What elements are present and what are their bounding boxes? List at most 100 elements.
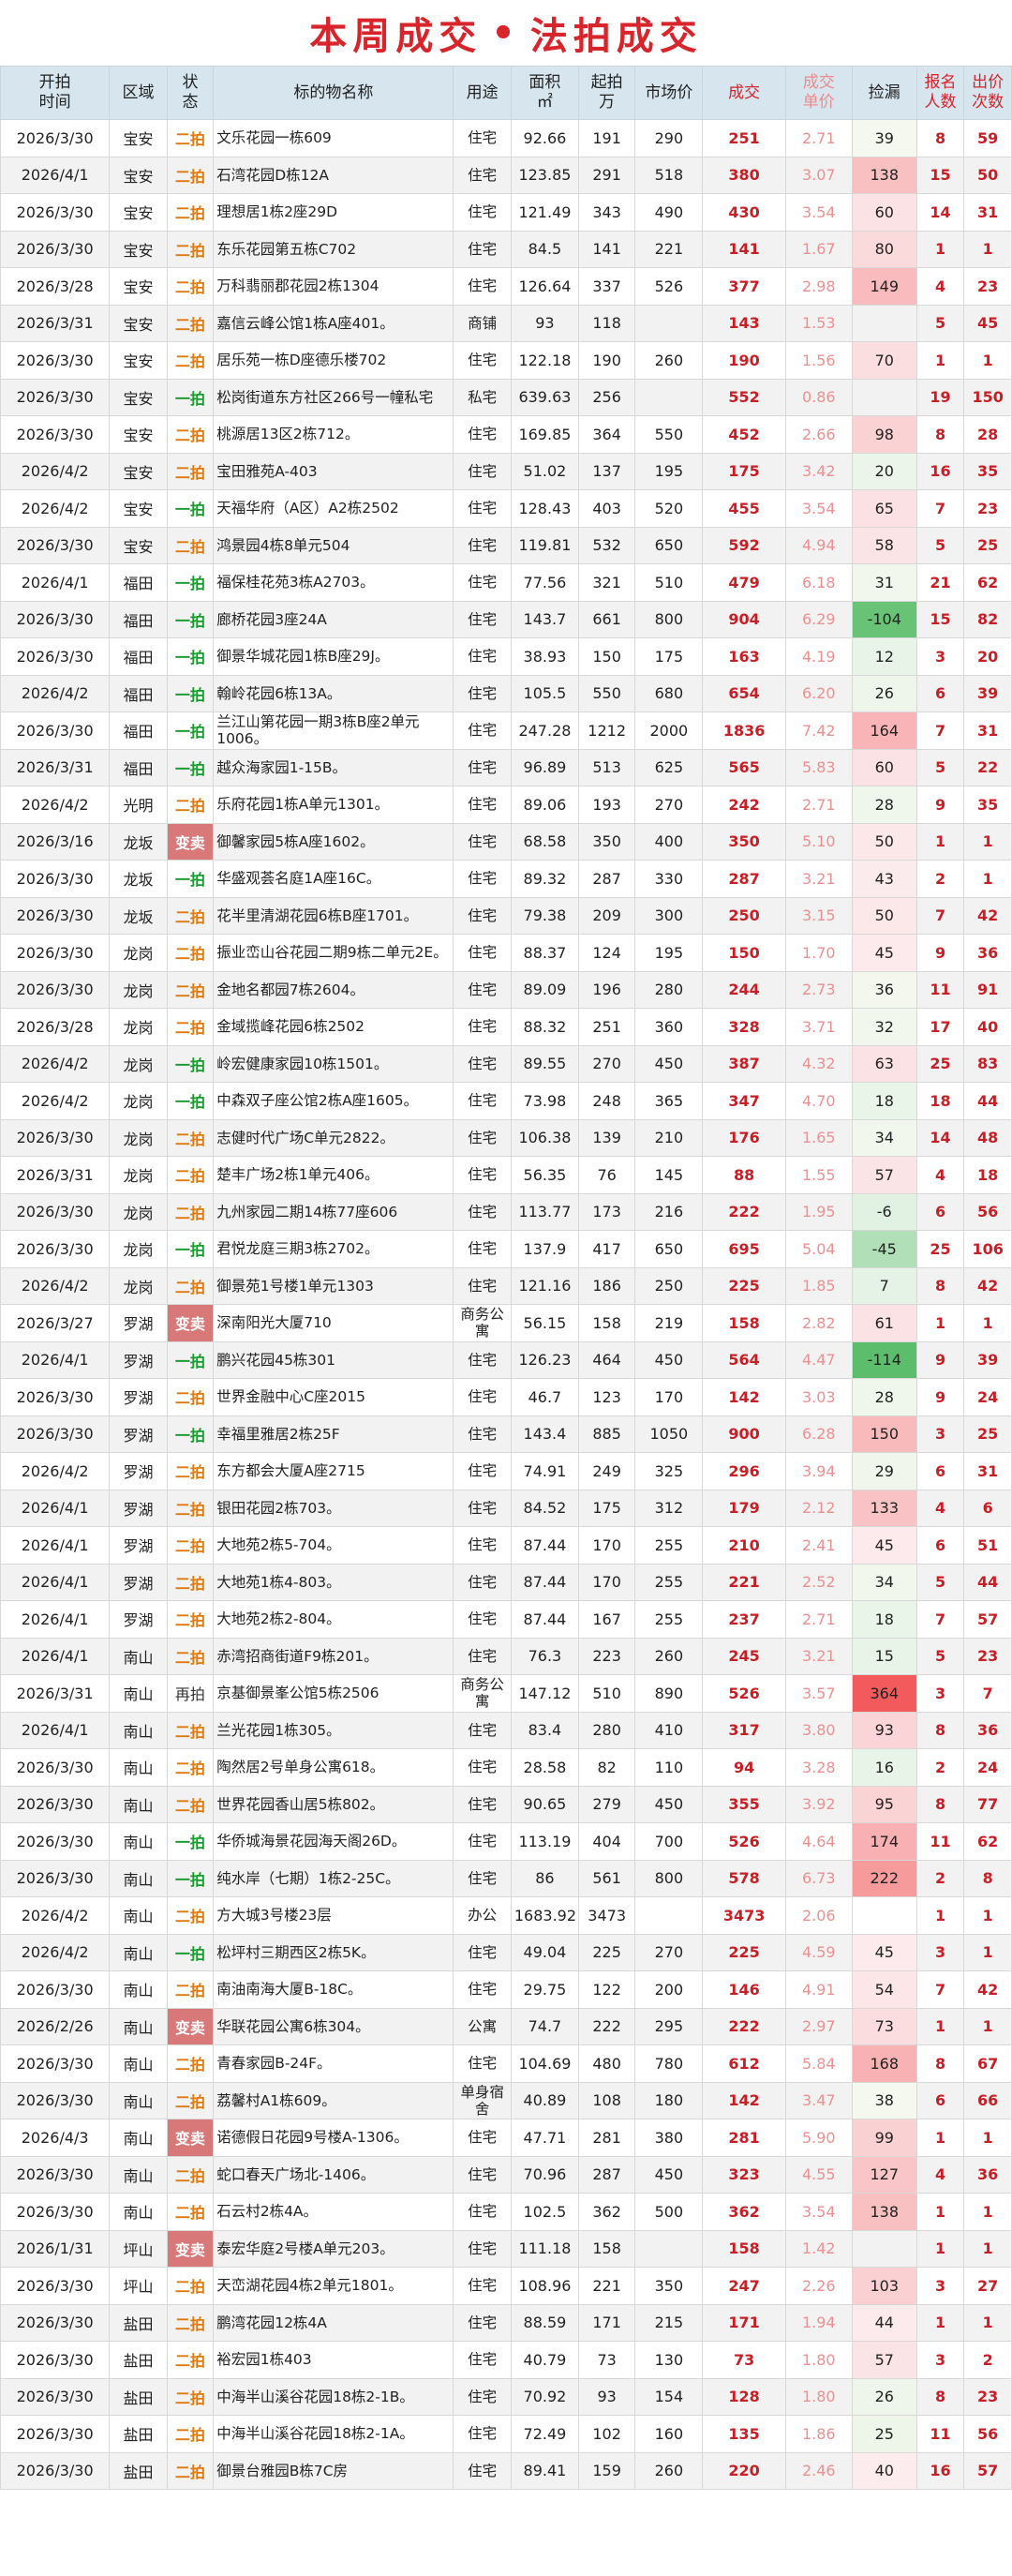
cell-status: 二拍 — [166, 2155, 215, 2194]
cell-jianlou: 16 — [851, 1748, 917, 1787]
cell-unit: 0.86 — [784, 378, 853, 416]
cell-area: 南山 — [109, 2081, 168, 2119]
cell-start: 287 — [577, 860, 636, 898]
cell-use: 住宅 — [453, 452, 512, 490]
cell-status: 一拍 — [166, 1340, 215, 1379]
cell-deal: 245 — [702, 1637, 786, 1675]
cell-size: 56.35 — [510, 1156, 580, 1194]
cell-status: 二拍 — [166, 786, 215, 824]
cell-area: 宝安 — [109, 452, 168, 490]
cell-deal: 158 — [702, 1304, 786, 1342]
cell-area: 南山 — [109, 2155, 168, 2194]
table-row: 2026/3/31 宝安 二拍 嘉信云峰公馆1栋A座401。 商铺 93 118 143 1.5… — [0, 304, 1012, 342]
cell-bids: 1 — [963, 2007, 1012, 2045]
cell-signups: 15 — [915, 600, 965, 638]
cell-start: 102 — [577, 2415, 636, 2453]
cell-deal: 362 — [702, 2193, 786, 2231]
cell-market: 280 — [634, 970, 704, 1009]
cell-unit: 2.66 — [784, 415, 853, 454]
cell-time: 2026/3/16 — [0, 822, 111, 861]
cell-jianlou: 38 — [851, 2081, 917, 2119]
cell-signups: 2 — [915, 1748, 965, 1787]
cell-jianlou: 45 — [851, 1526, 917, 1565]
cell-area: 宝安 — [109, 489, 168, 528]
table-row: 2026/3/30 龙岗 二拍 振业峦山谷花园二期9栋二单元2E。 住宅 88.37 124… — [0, 934, 1012, 972]
cell-area: 南山 — [109, 1933, 168, 1971]
cell-jianlou: 70 — [851, 341, 917, 380]
cell-area: 盐田 — [109, 2415, 168, 2453]
cell-signups: 8 — [915, 2044, 965, 2083]
header-col-signups: 报名 人数 — [915, 66, 965, 120]
cell-jianlou: 18 — [851, 1600, 917, 1639]
cell-area: 龙岗 — [109, 970, 168, 1009]
cell-status: 二拍 — [166, 1711, 215, 1749]
cell-status: 二拍 — [166, 1489, 215, 1527]
cell-use: 住宅 — [453, 2193, 512, 2231]
cell-start: 343 — [577, 193, 636, 232]
cell-area: 福田 — [109, 674, 168, 712]
cell-deal: 251 — [702, 119, 786, 157]
cell-bids: 36 — [963, 2155, 1012, 2194]
cell-deal: 141 — [702, 230, 786, 268]
cell-unit: 3.47 — [784, 2081, 853, 2119]
cell-bids: 44 — [963, 1082, 1012, 1120]
cell-use: 住宅 — [453, 2341, 512, 2379]
cell-size: 86 — [510, 1859, 580, 1897]
cell-bids: 40 — [963, 1008, 1012, 1046]
cell-use: 住宅 — [453, 2119, 512, 2157]
table-row: 2026/3/31 龙岗 二拍 楚丰广场2栋1单元406。 住宅 56.35 76 145 88… — [0, 1156, 1012, 1194]
cell-area: 宝安 — [109, 526, 168, 564]
table-row: 2026/3/30 龙岗 二拍 金地名都园7栋2604。 住宅 89.09 196 280 24… — [0, 970, 1012, 1009]
cell-use: 住宅 — [453, 1600, 512, 1639]
cell-jianlou: 34 — [851, 1118, 917, 1157]
cell-area: 南山 — [109, 2193, 168, 2231]
cell-area: 宝安 — [109, 119, 168, 157]
cell-bids: 2 — [963, 2341, 1012, 2379]
cell-status: 二拍 — [166, 1563, 215, 1601]
cell-jianlou: 93 — [851, 1711, 917, 1749]
cell-deal: 94 — [702, 1748, 786, 1787]
cell-unit: 2.26 — [784, 2267, 853, 2305]
cell-status: 一拍 — [166, 860, 215, 898]
cell-area: 龙岗 — [109, 1192, 168, 1231]
cell-status: 二拍 — [166, 1748, 215, 1787]
cell-start: 159 — [577, 2451, 636, 2490]
cell-jianlou: 174 — [851, 1822, 917, 1861]
cell-signups: 7 — [915, 896, 965, 935]
cell-deal: 565 — [702, 748, 786, 786]
cell-area: 龙岗 — [109, 1118, 168, 1157]
cell-deal: 904 — [702, 600, 786, 638]
cell-deal: 564 — [702, 1340, 786, 1379]
cell-status: 二拍 — [166, 934, 215, 972]
cell-name: 万科翡丽郡花园2栋1304 — [213, 267, 454, 306]
cell-market: 325 — [634, 1452, 704, 1490]
cell-start: 171 — [577, 2303, 636, 2342]
table-row: 2026/3/30 罗湖 一拍 幸福里雅居2栋25F 住宅 143.4 885 1050 900… — [0, 1415, 1012, 1453]
cell-deal: 244 — [702, 970, 786, 1009]
cell-size: 88.32 — [510, 1008, 580, 1046]
cell-start: 170 — [577, 1526, 636, 1565]
cell-signups: 7 — [915, 711, 965, 750]
cell-size: 93 — [510, 304, 580, 342]
cell-start: 118 — [577, 304, 636, 342]
cell-size: 123.85 — [510, 156, 580, 194]
table-row: 2026/4/1 罗湖 二拍 大地苑2栋2-804。 住宅 87.44 167 255 237 2… — [0, 1600, 1012, 1639]
cell-status: 一拍 — [166, 1230, 215, 1268]
cell-status: 一拍 — [166, 489, 215, 528]
cell-signups: 8 — [915, 1785, 965, 1823]
cell-jianlou: 40 — [851, 2451, 917, 2490]
cell-time: 2026/3/30 — [0, 860, 111, 898]
cell-market: 180 — [634, 2081, 704, 2119]
cell-bids: 106 — [963, 1230, 1012, 1268]
cell-time: 2026/3/30 — [0, 934, 111, 972]
cell-deal: 143 — [702, 304, 786, 342]
cell-time: 2026/3/30 — [0, 119, 111, 157]
cell-size: 121.16 — [510, 1266, 580, 1305]
cell-use: 住宅 — [453, 1748, 512, 1787]
cell-start: 209 — [577, 896, 636, 935]
cell-jianlou: 364 — [851, 1674, 917, 1713]
cell-start: 124 — [577, 934, 636, 972]
cell-unit: 5.83 — [784, 748, 853, 786]
cell-size: 87.44 — [510, 1526, 580, 1565]
cell-deal: 175 — [702, 452, 786, 490]
